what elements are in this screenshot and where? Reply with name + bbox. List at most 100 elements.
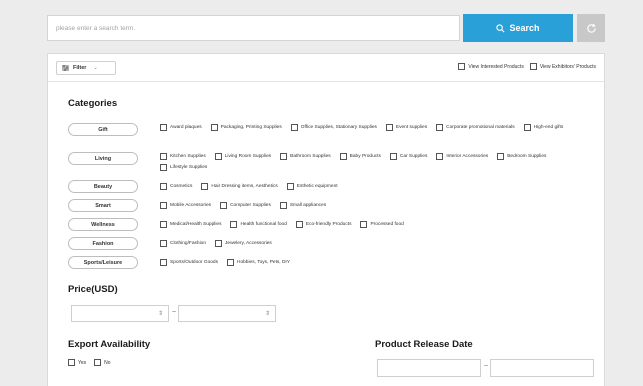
checkbox[interactable] bbox=[497, 152, 505, 160]
categories-title: Categories bbox=[68, 98, 118, 109]
checkbox[interactable] bbox=[436, 123, 444, 131]
checkbox[interactable] bbox=[290, 123, 298, 131]
category-option[interactable]: Jewelery, Accessories bbox=[215, 239, 272, 247]
checkbox[interactable] bbox=[280, 152, 288, 160]
option-label: Yes bbox=[78, 359, 87, 366]
checkbox[interactable] bbox=[523, 123, 531, 131]
category-pill-fashion[interactable]: Fashion bbox=[68, 237, 138, 250]
category-option[interactable]: Living Room Supplies bbox=[214, 152, 271, 160]
option-label: Mobile Accessories bbox=[170, 202, 212, 208]
category-pill-gift[interactable]: Gift bbox=[68, 123, 138, 136]
export-options: Yes No bbox=[68, 359, 111, 366]
price-min-input[interactable]: ⇕ bbox=[71, 305, 169, 322]
category-option[interactable]: Cosmetics bbox=[160, 182, 192, 190]
category-option[interactable]: Small appliances bbox=[279, 201, 327, 209]
category-pill-sports-leisure[interactable]: Sports/Leisure bbox=[68, 256, 138, 269]
export-title: Export Availability bbox=[68, 339, 151, 350]
category-option[interactable]: Clothing/Fashion bbox=[160, 239, 206, 247]
category-row-fashion: Fashion Clothing/Fashion Jewelery, Acces… bbox=[68, 237, 590, 250]
category-option[interactable]: Sports/Outdoor Goods bbox=[160, 258, 218, 266]
export-no-option[interactable]: No bbox=[94, 359, 111, 366]
checkbox[interactable] bbox=[160, 182, 167, 190]
checkbox[interactable] bbox=[160, 258, 167, 266]
checkbox[interactable] bbox=[160, 201, 167, 209]
category-pill-wellness[interactable]: Wellness bbox=[68, 218, 138, 231]
category-pill-living[interactable]: Living bbox=[68, 152, 138, 165]
category-option[interactable]: Packaging, Printing Supplies bbox=[210, 123, 282, 131]
category-option[interactable]: Corporate promotional materials bbox=[436, 123, 515, 131]
checkbox[interactable] bbox=[227, 258, 234, 266]
category-option[interactable]: Office Supplies, Stationary Supplies bbox=[290, 123, 377, 131]
checkbox[interactable] bbox=[94, 359, 102, 366]
option-label: Office Supplies, Stationary Supplies bbox=[300, 124, 377, 130]
checkbox[interactable] bbox=[230, 220, 238, 228]
release-date-end-input[interactable] bbox=[490, 359, 594, 377]
checkbox[interactable] bbox=[215, 239, 222, 247]
refresh-button[interactable] bbox=[577, 14, 605, 42]
category-option[interactable]: Health functional food bbox=[230, 220, 287, 228]
export-yes-option[interactable]: Yes bbox=[68, 359, 86, 366]
checkbox[interactable] bbox=[529, 63, 537, 70]
checkbox[interactable] bbox=[436, 152, 444, 160]
category-option[interactable]: Processed food bbox=[360, 220, 404, 228]
category-option[interactable]: Bedroom Supplies bbox=[497, 152, 546, 160]
category-option[interactable]: Lifestyle Supplies bbox=[160, 163, 207, 171]
checkbox[interactable] bbox=[279, 201, 287, 209]
category-option[interactable]: Baby Products bbox=[339, 152, 381, 160]
checkbox[interactable] bbox=[68, 359, 75, 366]
view-exhibitors-option[interactable]: View Exhibitors' Products bbox=[529, 63, 596, 70]
category-option[interactable]: Interior Accessories bbox=[436, 152, 488, 160]
search-button[interactable]: Search bbox=[463, 14, 573, 42]
checkbox[interactable] bbox=[286, 182, 294, 190]
category-option[interactable]: Esthetic equipment bbox=[286, 182, 338, 190]
category-option[interactable]: High-end gifts bbox=[523, 123, 564, 131]
category-option[interactable]: Kitchen Supplies bbox=[160, 152, 206, 160]
checkbox[interactable] bbox=[160, 220, 167, 228]
filter-panel: Filter ⌄ View Interested Products View E… bbox=[47, 53, 605, 386]
category-option[interactable]: Hobbies, Toys, Pets, DIY bbox=[227, 258, 290, 266]
category-option[interactable]: Event supplies bbox=[385, 123, 427, 131]
category-option[interactable]: Computer Supplies bbox=[220, 201, 271, 209]
chevron-down-icon: ⌄ bbox=[93, 65, 98, 71]
search-input[interactable] bbox=[47, 15, 460, 41]
category-option[interactable]: Bathroom Supplies bbox=[280, 152, 331, 160]
checkbox[interactable] bbox=[201, 182, 209, 190]
checkbox[interactable] bbox=[295, 220, 303, 228]
category-option[interactable]: Eco-friendly Products bbox=[295, 220, 352, 228]
category-option[interactable]: Car Supplies bbox=[389, 152, 427, 160]
checkbox[interactable] bbox=[389, 152, 397, 160]
view-interested-option[interactable]: View Interested Products bbox=[458, 63, 524, 70]
option-label: Sports/Outdoor Goods bbox=[170, 259, 218, 265]
filter-dropdown[interactable]: Filter ⌄ bbox=[56, 61, 116, 75]
category-options: Sports/Outdoor Goods Hobbies, Toys, Pets… bbox=[160, 258, 590, 266]
checkbox[interactable] bbox=[360, 220, 368, 228]
category-pill-beauty[interactable]: Beauty bbox=[68, 180, 138, 193]
checkbox[interactable] bbox=[160, 239, 167, 247]
option-label: Corporate promotional materials bbox=[446, 124, 515, 130]
checkbox[interactable] bbox=[458, 63, 466, 70]
category-pill-smart[interactable]: Smart bbox=[68, 199, 138, 212]
option-label: Eco-friendly Products bbox=[305, 221, 352, 227]
checkbox[interactable] bbox=[220, 201, 228, 209]
checkbox[interactable] bbox=[160, 163, 167, 171]
category-option[interactable]: Hair Dressing items, Aesthetics bbox=[201, 182, 278, 190]
category-row-beauty: Beauty Cosmetics Hair Dressing items, Ae… bbox=[68, 180, 590, 193]
checkbox[interactable] bbox=[339, 152, 347, 160]
price-title: Price(USD) bbox=[68, 284, 118, 295]
checkbox[interactable] bbox=[210, 123, 218, 131]
checkbox[interactable] bbox=[385, 123, 393, 131]
option-label: Kitchen Supplies bbox=[170, 153, 206, 159]
option-label: Esthetic equipment bbox=[296, 183, 338, 189]
release-date-start-input[interactable] bbox=[377, 359, 481, 377]
view-options: View Interested Products View Exhibitors… bbox=[458, 63, 596, 70]
price-max-input[interactable]: ⇕ bbox=[178, 305, 276, 322]
category-option[interactable]: Medical/Health Supplies bbox=[160, 220, 221, 228]
option-label: Small appliances bbox=[289, 202, 327, 208]
option-label: High-end gifts bbox=[533, 124, 564, 130]
category-option[interactable]: Mobile Accessories bbox=[160, 201, 211, 209]
category-option[interactable]: Award plaques bbox=[160, 123, 202, 131]
checkbox[interactable] bbox=[160, 123, 167, 131]
checkbox[interactable] bbox=[160, 152, 167, 160]
checkbox[interactable] bbox=[214, 152, 222, 160]
option-label: Bedroom Supplies bbox=[507, 153, 547, 159]
